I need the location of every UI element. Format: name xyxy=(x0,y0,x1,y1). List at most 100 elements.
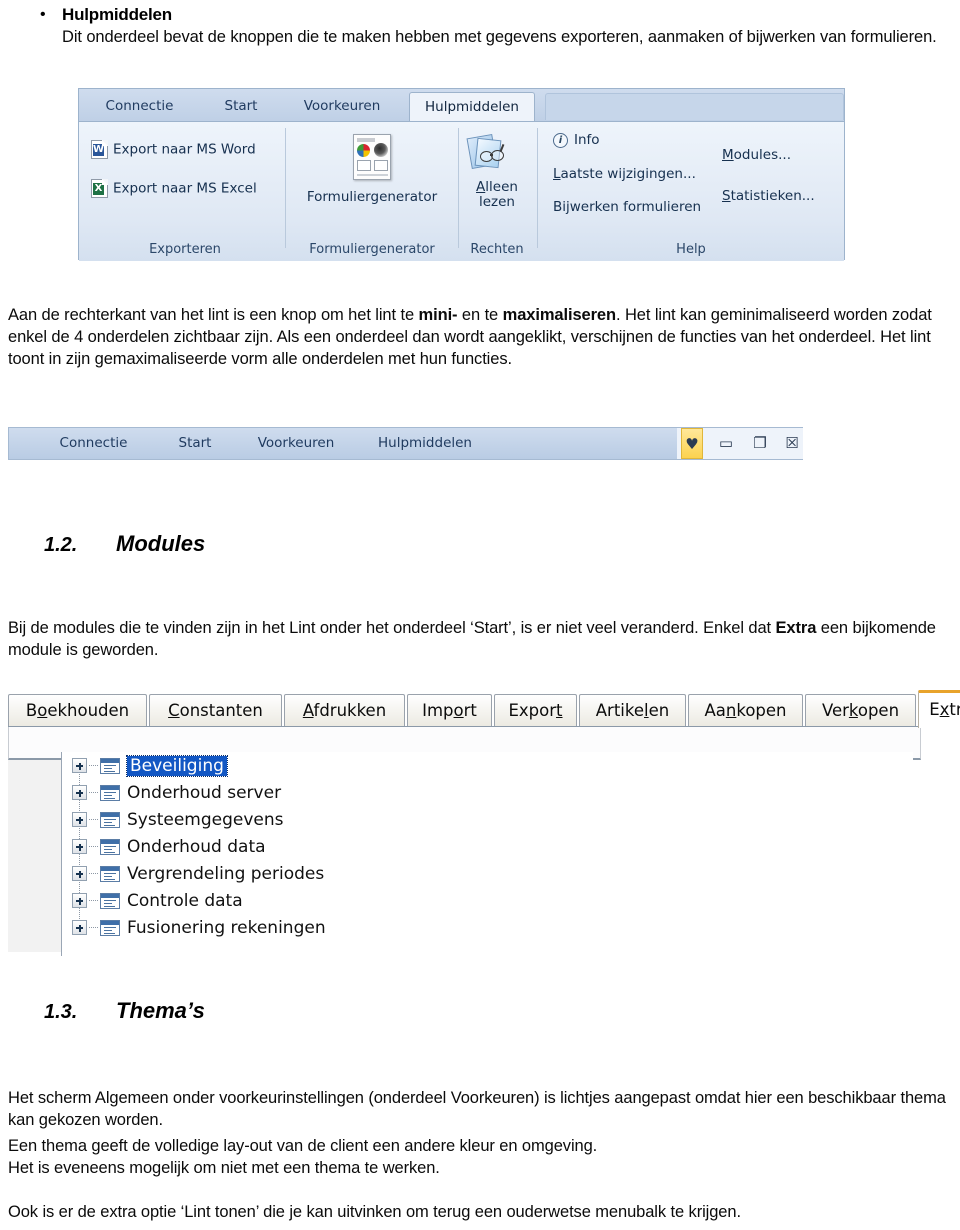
ribbon-tab-voorkeuren[interactable]: Voorkeuren xyxy=(284,92,400,121)
tree-dash-icon xyxy=(89,791,98,794)
info-button[interactable]: i Info xyxy=(553,132,600,148)
module-tab-constanten[interactable]: Constanten xyxy=(149,694,282,726)
tree-item-label: Controle data xyxy=(127,890,243,911)
expand-plus-icon[interactable] xyxy=(72,812,87,827)
module-tab-export[interactable]: Export xyxy=(494,694,577,726)
ribbon-minimized-screenshot: Connectie Start Voorkeuren Hulpmiddelen … xyxy=(8,427,803,460)
form-generator-button-label[interactable]: Formuliergenerator xyxy=(291,190,453,205)
ribbon-desc-part-2: en te xyxy=(457,306,503,324)
form-generator-icon[interactable] xyxy=(353,134,391,180)
ribbon-tab-start[interactable]: Start xyxy=(205,92,277,121)
read-only-button-label[interactable]: Alleen lezen xyxy=(462,180,532,210)
expand-plus-icon[interactable] xyxy=(72,920,87,935)
heading-themas-number: 1.3. xyxy=(44,1001,78,1023)
tree-item-onderhoud-server[interactable]: Onderhoud server xyxy=(62,779,913,806)
tree-item-vergrendeling-periodes[interactable]: Vergrendeling periodes xyxy=(62,860,913,887)
read-only-glasses-icon[interactable] xyxy=(466,133,507,170)
latest-changes-mnemonic: L xyxy=(553,166,561,182)
restore-window-button[interactable]: ❐ xyxy=(749,428,771,459)
module-left-strip xyxy=(8,760,62,952)
themas-paragraph-3: Het is eveneens mogelijk om niet met een… xyxy=(8,1159,440,1177)
ribbon-desc-bold-maximaliseren: maximaliseren xyxy=(502,306,616,324)
module-tab-artikelen[interactable]: Artikelen xyxy=(579,694,686,726)
update-forms-button[interactable]: Bijwerken formulieren xyxy=(553,199,701,215)
tree-item-label: Onderhoud data xyxy=(127,836,266,857)
mini-ribbon-tab-voorkeuren[interactable]: Voorkeuren xyxy=(238,428,354,459)
tree-dash-icon xyxy=(89,899,98,902)
heading-themas-text: Thema’s xyxy=(116,998,205,1023)
group-separator-2 xyxy=(458,128,459,248)
module-page-icon xyxy=(100,757,120,774)
latest-changes-button[interactable]: Laatste wijzigingen... xyxy=(553,166,696,182)
tree-dash-icon xyxy=(89,845,98,848)
themas-paragraph-4: Ook is er de extra optie ‘Lint tonen’ di… xyxy=(8,1203,741,1221)
tree-dash-icon xyxy=(89,764,98,767)
read-only-label-line1-mnemonic: A xyxy=(476,179,486,195)
ribbon-desc-part-1: Aan de rechterkant van het lint is een k… xyxy=(8,306,419,324)
bullet-title-row: • Hulpmiddelen xyxy=(40,4,940,26)
group-separator-1 xyxy=(285,128,286,248)
ribbon-content-area: W Export naar MS Word X Export naar MS Exc… xyxy=(79,122,844,261)
modules-label: odules... xyxy=(733,147,792,163)
group-label-exporteren: Exporteren xyxy=(149,242,221,257)
module-tab-verkopen[interactable]: Verkopen xyxy=(805,694,916,726)
modules-mnemonic: M xyxy=(722,147,734,163)
bullet-title: Hulpmiddelen xyxy=(62,5,172,24)
group-label-rechten: Rechten xyxy=(470,242,524,257)
statistics-label: tatistieken... xyxy=(730,188,815,204)
statistics-mnemonic: S xyxy=(722,188,731,204)
module-tab-boekhouden[interactable]: Boekhouden xyxy=(8,694,147,726)
module-tab-import[interactable]: Import xyxy=(407,694,492,726)
tree-item-systeemgegevens[interactable]: Systeemgegevens xyxy=(62,806,913,833)
mini-ribbon-tab-connectie[interactable]: Connectie xyxy=(41,428,146,459)
info-icon: i xyxy=(553,132,568,148)
tree-item-label: Beveiliging xyxy=(126,754,228,777)
info-label: Info xyxy=(574,132,600,148)
expand-plus-icon[interactable] xyxy=(72,839,87,854)
ribbon-desc-bold-mini: mini- xyxy=(418,306,458,324)
modules-description-paragraph: Bij de modules die te vinden zijn in het… xyxy=(8,618,952,662)
expand-plus-icon[interactable] xyxy=(72,758,87,773)
tree-item-fusionering-rekeningen[interactable]: Fusionering rekeningen xyxy=(62,914,913,941)
ribbon-tab-strip: Connectie Start Voorkeuren Hulpmiddelen xyxy=(79,89,844,122)
module-tab-afdrukken[interactable]: Afdrukken xyxy=(284,694,405,726)
export-to-word-button[interactable]: W Export naar MS Word xyxy=(91,140,256,159)
expand-plus-icon[interactable] xyxy=(72,785,87,800)
module-tab-aankopen[interactable]: Aankopen xyxy=(688,694,803,726)
module-page-icon xyxy=(100,811,120,828)
module-tab-extra[interactable]: Extra xyxy=(918,690,960,728)
hulpmiddelen-bullet-block: • Hulpmiddelen Dit onderdeel bevat de kn… xyxy=(40,4,940,48)
mini-ribbon-tab-start[interactable]: Start xyxy=(159,428,231,459)
tree-dash-icon xyxy=(89,872,98,875)
modules-button[interactable]: Modules... xyxy=(722,147,791,163)
tree-dash-icon xyxy=(89,926,98,929)
expand-plus-icon[interactable] xyxy=(72,893,87,908)
heading-modules-number: 1.2. xyxy=(44,534,78,556)
tree-item-controle-data[interactable]: Controle data xyxy=(62,887,913,914)
module-page-icon xyxy=(100,784,120,801)
minimize-window-button[interactable]: ▭ xyxy=(715,428,737,459)
heading-modules: 1.2. Modules xyxy=(44,531,205,557)
mini-ribbon-tab-hulpmiddelen[interactable]: Hulpmiddelen xyxy=(362,428,488,459)
read-only-label-line1: lleen xyxy=(485,179,518,195)
minimize-ribbon-button[interactable]: ♥ xyxy=(681,428,703,459)
ribbon-tab-hulpmiddelen[interactable]: Hulpmiddelen xyxy=(409,92,535,121)
modules-tree-view: Beveiliging Onderhoud server Systeemgege… xyxy=(61,752,913,956)
modules-desc-bold-extra: Extra xyxy=(775,619,817,637)
module-tabs-screenshot: Boekhouden Constanten Afdrukken Import E… xyxy=(8,690,960,728)
statistics-button[interactable]: Statistieken... xyxy=(722,188,815,204)
export-to-excel-button[interactable]: X Export naar MS Excel xyxy=(91,179,257,198)
ribbon-tab-connectie[interactable]: Connectie xyxy=(87,92,192,121)
group-label-help: Help xyxy=(676,242,706,257)
modules-desc-part-1: Bij de modules die te vinden zijn in het… xyxy=(8,619,776,637)
latest-changes-label: aatste wijzigingen... xyxy=(560,166,696,182)
close-window-button[interactable]: ☒ xyxy=(781,428,803,459)
ribbon-maximized-screenshot: Connectie Start Voorkeuren Hulpmiddelen … xyxy=(78,88,845,261)
expand-plus-icon[interactable] xyxy=(72,866,87,881)
themas-paragraph-2: Een thema geeft de volledige lay-out van… xyxy=(8,1137,598,1155)
group-label-formuliergenerator: Formuliergenerator xyxy=(309,242,435,257)
ribbon-tab-filler xyxy=(545,93,844,120)
bullet-marker-icon: • xyxy=(40,6,46,23)
tree-item-onderhoud-data[interactable]: Onderhoud data xyxy=(62,833,913,860)
tree-item-beveiliging[interactable]: Beveiliging xyxy=(62,752,913,779)
